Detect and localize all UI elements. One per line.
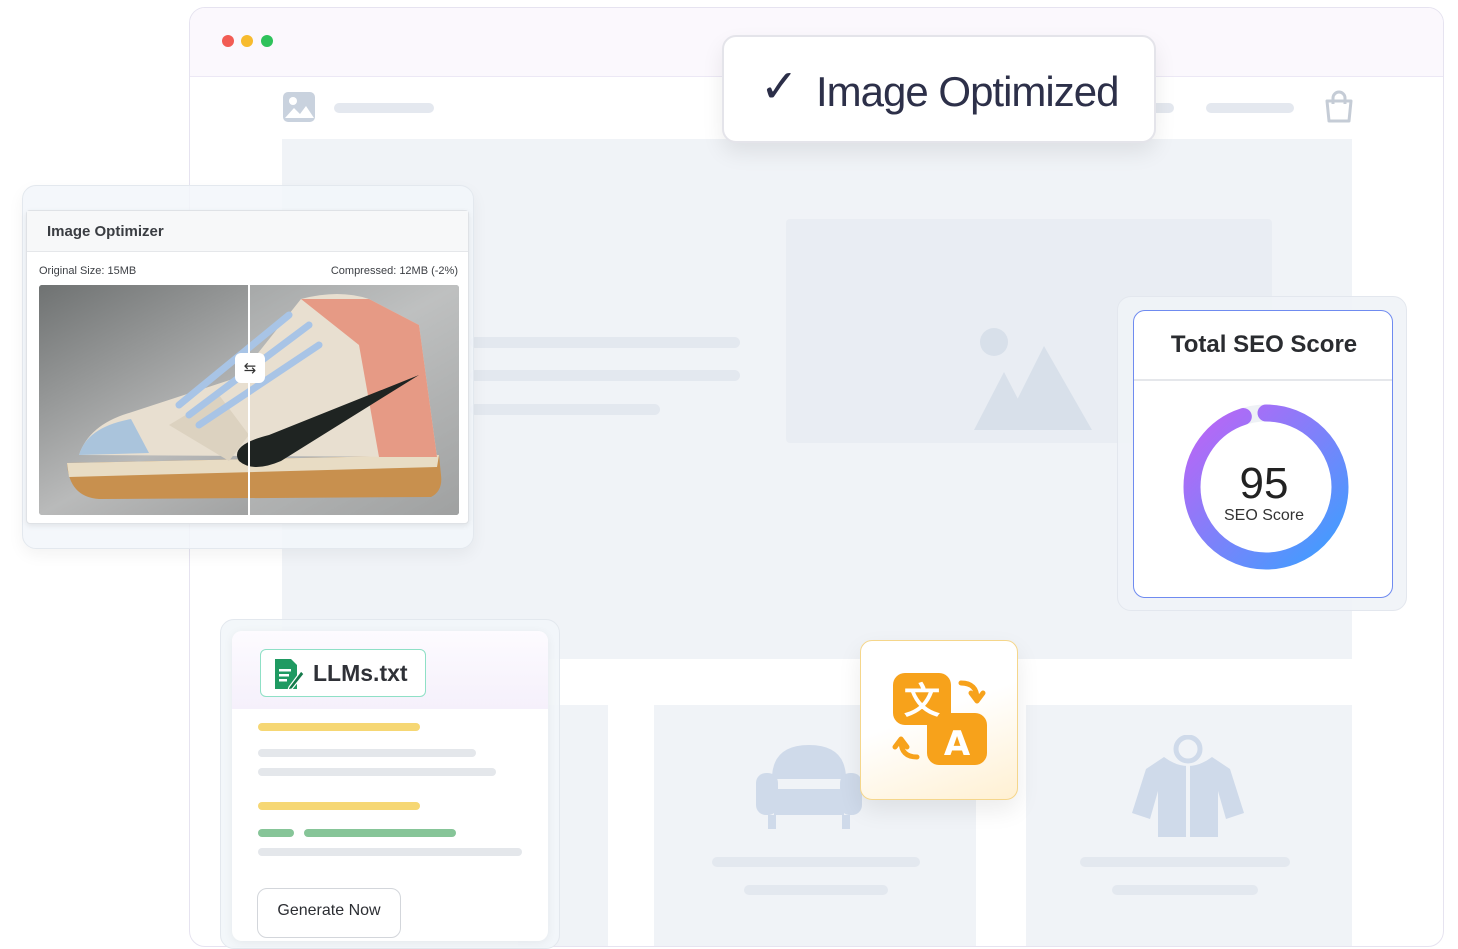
translate-icon: 文 A bbox=[892, 673, 987, 765]
tag-placeholder bbox=[304, 829, 456, 837]
highlight-placeholder bbox=[258, 723, 420, 731]
compressed-size-label: Compressed: 12MB (-2%) bbox=[330, 265, 458, 277]
text-placeholder bbox=[258, 749, 476, 757]
llms-badge-label: LLMs.txt bbox=[313, 660, 408, 686]
llms-badge: LLMs.txt bbox=[260, 649, 426, 697]
text-placeholder bbox=[258, 768, 496, 776]
image-optimized-label: Image Optimized bbox=[816, 68, 1119, 115]
maximize-dot[interactable] bbox=[261, 35, 273, 47]
text-placeholder bbox=[470, 337, 740, 348]
image-icon bbox=[283, 92, 315, 122]
text-placeholder bbox=[712, 857, 920, 867]
original-size-label: Original Size: 15MB bbox=[39, 265, 137, 277]
llms-card: LLMs.txt Generate Now bbox=[232, 631, 548, 941]
mountain-image-icon bbox=[974, 328, 1092, 430]
checkmark-icon: ✓ bbox=[760, 59, 799, 113]
image-optimizer-card: Image Optimizer Original Size: 15MB Comp… bbox=[26, 210, 469, 524]
text-placeholder bbox=[470, 370, 740, 381]
text-placeholder bbox=[744, 885, 888, 895]
image-optimizer-title: Image Optimizer bbox=[47, 223, 164, 240]
seo-score-label: SEO Score bbox=[1223, 507, 1305, 524]
nav-placeholder bbox=[1206, 103, 1294, 113]
tag-placeholder bbox=[258, 829, 294, 837]
document-edit-icon bbox=[275, 659, 305, 691]
generate-now-button[interactable]: Generate Now bbox=[257, 888, 401, 938]
text-placeholder bbox=[470, 404, 660, 415]
seo-score-title: Total SEO Score bbox=[1170, 331, 1358, 358]
jacket-icon bbox=[1132, 735, 1244, 837]
product-card bbox=[1026, 705, 1352, 946]
nav-placeholder bbox=[334, 103, 434, 113]
sneaker-comparison-image: ⇆ bbox=[39, 285, 459, 515]
image-optimizer-header: Image Optimizer bbox=[27, 211, 468, 252]
close-dot[interactable] bbox=[222, 35, 234, 47]
cart-icon[interactable] bbox=[1323, 90, 1355, 124]
armchair-icon bbox=[756, 745, 862, 829]
sneaker-image bbox=[39, 285, 459, 515]
translate-card[interactable]: 文 A bbox=[860, 640, 1018, 800]
seo-score-card: Total SEO Score 95 SEO Score bbox=[1133, 310, 1393, 598]
translate-target-glyph: A bbox=[944, 724, 971, 764]
compare-slider-handle[interactable]: ⇆ bbox=[235, 353, 265, 383]
translate-source-glyph: 文 bbox=[904, 681, 940, 722]
seo-score-value: 95 bbox=[1239, 459, 1289, 508]
text-placeholder bbox=[1080, 857, 1290, 867]
text-placeholder bbox=[1112, 885, 1258, 895]
highlight-placeholder bbox=[258, 802, 420, 810]
text-placeholder bbox=[258, 848, 522, 856]
image-optimized-badge: ✓ Image Optimized bbox=[722, 35, 1156, 143]
divider bbox=[1134, 379, 1392, 381]
minimize-dot[interactable] bbox=[241, 35, 253, 47]
